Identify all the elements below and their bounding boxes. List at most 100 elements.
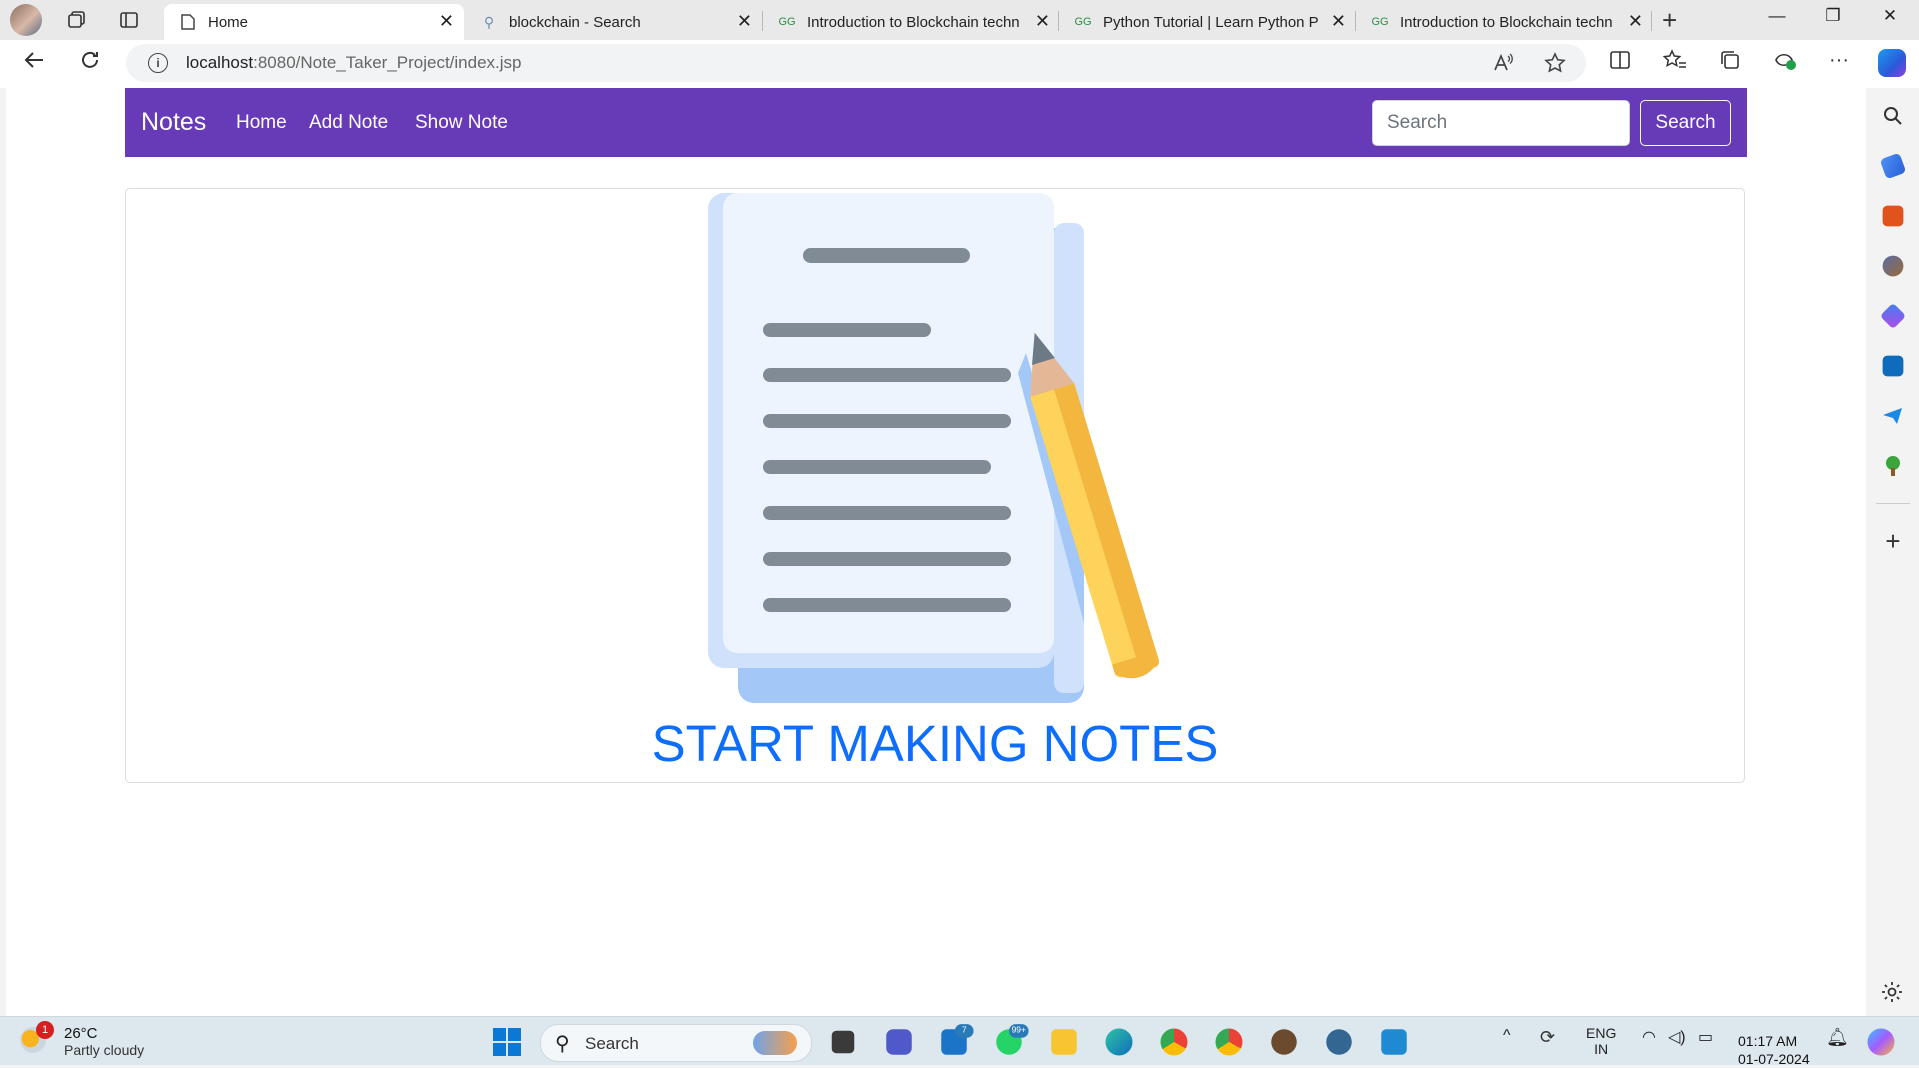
refresh-button[interactable] xyxy=(74,49,106,77)
copilot-taskbar-icon[interactable] xyxy=(1867,1028,1895,1056)
close-window-button[interactable]: ✕ xyxy=(1870,6,1910,26)
nav-link-add-note[interactable]: Add Note xyxy=(309,112,388,134)
close-icon[interactable]: ✕ xyxy=(1628,11,1643,32)
tab-title: Introduction to Blockchain techn xyxy=(807,13,1020,31)
games-icon[interactable] xyxy=(1882,255,1904,277)
close-icon[interactable]: ✕ xyxy=(1035,11,1050,32)
close-icon[interactable]: ✕ xyxy=(439,11,454,32)
close-icon[interactable]: ✕ xyxy=(737,11,752,32)
site-navbar: Notes Home Add Note Show Note Search xyxy=(125,88,1747,157)
system-clock[interactable]: 01:17 AM 01-07-2024 xyxy=(1738,1032,1810,1068)
favorites-icon[interactable] xyxy=(1658,49,1692,77)
minimize-button[interactable]: — xyxy=(1757,6,1797,26)
taskbar-search-label: Search xyxy=(585,1034,639,1053)
search-highlight-icon xyxy=(753,1031,797,1055)
search-input[interactable] xyxy=(1372,100,1630,146)
nav-link-home[interactable]: Home xyxy=(236,112,287,134)
sidebar-divider xyxy=(1876,503,1910,504)
tab-blockchain-search[interactable]: ⚲ blockchain - Search ✕ xyxy=(465,4,762,40)
start-making-notes-heading: START MAKING NOTES xyxy=(651,715,1219,772)
read-aloud-icon[interactable] xyxy=(1492,52,1514,80)
collections-icon[interactable] xyxy=(1713,49,1747,77)
gfg-icon: GG xyxy=(1371,16,1389,28)
search-button[interactable]: Search xyxy=(1640,100,1731,146)
windows-taskbar: 1 26°C Partly cloudy ⚲ Search 7 99+ ^ ⟳ … xyxy=(0,1016,1919,1068)
new-tab-button[interactable]: + xyxy=(1662,5,1677,36)
search-icon[interactable] xyxy=(1880,103,1906,129)
tab-python-tutorial[interactable]: GG Python Tutorial | Learn Python P ✕ xyxy=(1059,4,1356,40)
outlook-icon[interactable] xyxy=(1882,355,1904,377)
site-info-icon[interactable]: i xyxy=(148,53,168,73)
taskbar-search[interactable]: ⚲ Search xyxy=(540,1024,812,1062)
copilot-icon[interactable] xyxy=(1878,49,1906,77)
back-button[interactable] xyxy=(18,49,50,77)
tab-strip: Home ✕ ⚲ blockchain - Search ✕ GG Introd… xyxy=(0,0,1919,40)
whatsapp-badge: 99+ xyxy=(1009,1024,1029,1038)
gfg-icon: GG xyxy=(778,16,796,28)
windows-start-icon[interactable] xyxy=(492,1027,522,1057)
favorite-star-icon[interactable] xyxy=(1544,52,1566,80)
clock-date: 01-07-2024 xyxy=(1738,1051,1810,1067)
add-icon[interactable]: + xyxy=(1880,528,1906,554)
vscode-icon[interactable] xyxy=(1381,1029,1407,1055)
url-host: localhost xyxy=(186,53,254,72)
mail-icon[interactable]: 7 xyxy=(941,1024,974,1055)
tab-blockchain-intro-2[interactable]: GG Introduction to Blockchain techn ✕ xyxy=(1356,4,1653,40)
mail-badge: 7 xyxy=(954,1024,974,1038)
language-indicator[interactable]: ENG IN xyxy=(1586,1025,1616,1057)
edge-sidebar: + xyxy=(1866,88,1919,1018)
battery-icon[interactable]: ▭ xyxy=(1698,1027,1713,1047)
address-bar[interactable]: i localhost:8080/Note_Taker_Project/inde… xyxy=(126,44,1586,82)
browser-toolbar: i localhost:8080/Note_Taker_Project/inde… xyxy=(0,40,1919,88)
vertical-tabs-icon[interactable] xyxy=(114,6,144,34)
send-icon[interactable] xyxy=(1880,403,1906,429)
profile-avatar[interactable] xyxy=(10,4,42,36)
tab-title: blockchain - Search xyxy=(509,13,641,31)
language-code: ENG xyxy=(1586,1025,1617,1041)
url-path: :8080/Note_Taker_Project/index.jsp xyxy=(253,53,522,72)
tab-blockchain-intro-1[interactable]: GG Introduction to Blockchain techn ✕ xyxy=(763,4,1060,40)
tab-home[interactable]: Home ✕ xyxy=(164,4,464,40)
tab-divider xyxy=(1651,11,1652,31)
chrome-profile-icon[interactable] xyxy=(1215,1028,1243,1056)
search-icon: ⚲ xyxy=(555,1033,570,1055)
postgresql-icon[interactable] xyxy=(1326,1029,1352,1055)
chrome-icon[interactable] xyxy=(1160,1028,1188,1056)
notepad-pencil-illustration xyxy=(708,193,1160,703)
restore-button[interactable]: ❐ xyxy=(1813,6,1853,26)
close-icon[interactable]: ✕ xyxy=(1331,11,1346,32)
tab-title: Introduction to Blockchain techn xyxy=(1400,13,1613,31)
split-screen-icon[interactable] xyxy=(1603,49,1637,77)
notification-bell-icon[interactable]: 🔔︎ xyxy=(1826,1027,1849,1048)
workspaces-icon[interactable] xyxy=(62,6,92,34)
weather-temp: 26°C xyxy=(64,1025,98,1042)
whatsapp-icon[interactable]: 99+ xyxy=(996,1024,1029,1055)
cat-app-icon[interactable] xyxy=(1271,1029,1297,1055)
tab-title: Home xyxy=(208,13,249,31)
gfg-icon: GG xyxy=(1074,16,1092,28)
tab-title: Python Tutorial | Learn Python P xyxy=(1103,13,1318,31)
shopping-tag-icon[interactable] xyxy=(1879,152,1907,180)
show-hidden-icons-icon[interactable]: ^ xyxy=(1503,1027,1511,1045)
sync-icon[interactable]: ⟳ xyxy=(1540,1027,1555,1048)
navbar-brand[interactable]: Notes xyxy=(141,108,206,137)
task-view-icon[interactable] xyxy=(831,1030,855,1054)
hero-card: START MAKING NOTES xyxy=(125,188,1745,783)
nav-link-show-note[interactable]: Show Note xyxy=(415,112,508,134)
more-menu-icon[interactable]: ··· xyxy=(1822,49,1856,72)
tree-icon[interactable] xyxy=(1880,453,1906,479)
edge-icon[interactable] xyxy=(1105,1028,1133,1056)
url-text[interactable]: localhost:8080/Note_Taker_Project/index.… xyxy=(186,53,522,73)
region-code: IN xyxy=(1594,1041,1609,1057)
settings-gear-icon[interactable] xyxy=(1880,980,1906,1006)
file-explorer-icon[interactable] xyxy=(1051,1029,1077,1055)
tools-icon[interactable] xyxy=(1882,205,1904,227)
volume-icon[interactable]: ◁) xyxy=(1668,1027,1686,1047)
teams-icon[interactable] xyxy=(886,1029,912,1055)
wifi-icon[interactable]: ◠ xyxy=(1642,1027,1656,1047)
notification-badge: 1 xyxy=(36,1021,54,1039)
microsoft-365-icon[interactable] xyxy=(1879,302,1907,330)
search-icon: ⚲ xyxy=(483,13,495,30)
browser-essentials-icon[interactable] xyxy=(1768,49,1802,77)
page-viewport: Notes Home Add Note Show Note Search Sea… xyxy=(6,88,1866,1016)
